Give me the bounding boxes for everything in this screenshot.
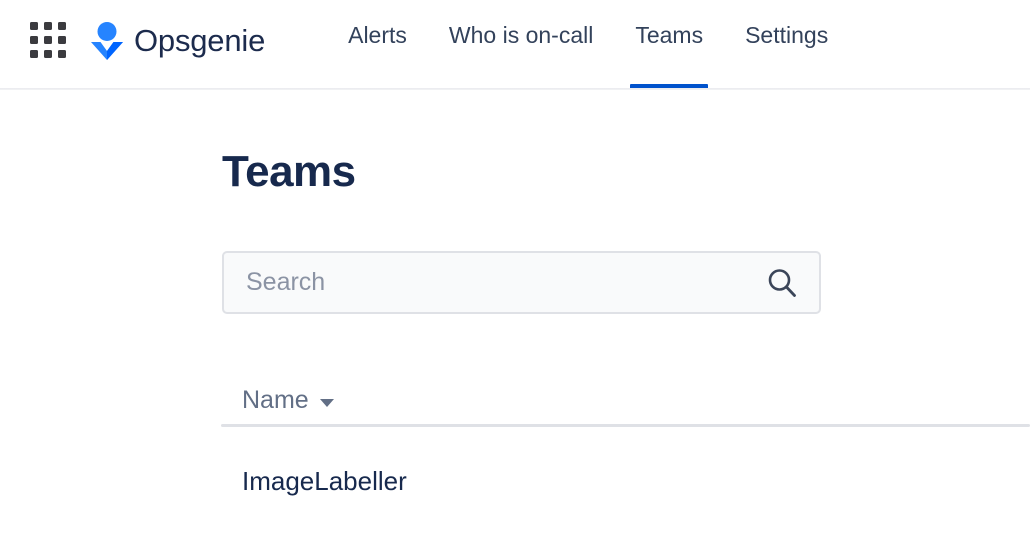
page-title: Teams [222,147,356,196]
nav-item-alerts[interactable]: Alerts [327,0,428,90]
grid-apps-icon[interactable] [26,18,70,62]
search-box[interactable] [222,251,821,314]
brand-block: Opsgenie [0,0,265,80]
table-row[interactable]: ImageLabeller [242,468,407,494]
nav-item-label: Teams [635,22,704,48]
top-navigation-bar: Opsgenie Alerts Who is on-call Teams Set… [0,0,1030,90]
nav-item-teams[interactable]: Teams [614,0,724,90]
grid-dot [58,22,66,30]
nav-item-settings[interactable]: Settings [724,0,849,90]
table-header-divider [221,424,1030,427]
brand-name: Opsgenie [134,22,266,58]
grid-dot [44,36,52,44]
nav-item-label: Who is on-call [448,22,594,48]
grid-dot [30,50,38,58]
caret-down-icon[interactable] [319,398,334,407]
grid-dot [44,50,52,58]
opsgenie-logo-icon[interactable] [88,18,126,62]
team-name-link[interactable]: ImageLabeller [242,466,407,496]
nav-item-label: Alerts [348,22,407,48]
grid-dot [30,36,38,44]
search-icon[interactable] [765,266,799,300]
grid-dot [58,50,66,58]
grid-dot [58,36,66,44]
column-header-label: Name [242,386,309,414]
column-header-name[interactable]: Name [242,388,334,413]
grid-dot [44,22,52,30]
nav-item-label: Settings [745,22,829,48]
nav-item-who-is-on-call[interactable]: Who is on-call [428,0,614,90]
search-input[interactable] [246,262,765,303]
primary-nav: Alerts Who is on-call Teams Settings [327,0,849,90]
grid-dot [30,22,38,30]
